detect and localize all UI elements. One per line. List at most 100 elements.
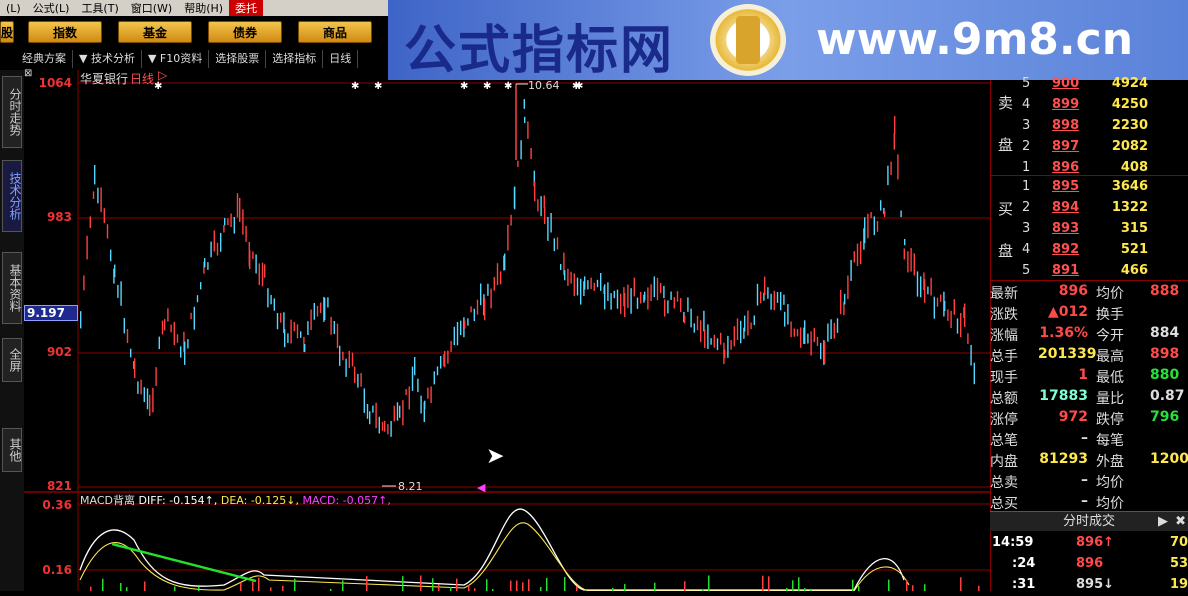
candle <box>342 352 343 361</box>
menu-item-help[interactable]: 帮助(H) <box>178 0 229 16</box>
daily-button[interactable]: 日线 <box>323 50 358 68</box>
macd-bar <box>342 580 344 591</box>
candle <box>630 288 631 314</box>
buy-level-number: 5 <box>1022 263 1030 278</box>
menu-item-system[interactable]: (L) <box>0 2 27 15</box>
tab-other[interactable]: 其他 <box>2 428 22 472</box>
sell-level-row[interactable]: 28972082 <box>990 137 1188 158</box>
candle <box>724 350 725 359</box>
candle <box>204 258 205 267</box>
sell-level-row[interactable]: 38982230 <box>990 116 1188 137</box>
quote-value: 896 <box>1038 283 1088 299</box>
candle <box>777 292 778 303</box>
commodity-button[interactable]: 商品 <box>298 21 372 43</box>
candle <box>540 196 541 216</box>
buy-level-number: 3 <box>1022 221 1030 236</box>
select-indicator-button[interactable]: 选择指标 <box>266 50 323 68</box>
kline-chart-area[interactable]: ✱✱✱✱✱✱✱✱ 华夏银行 日线 ▷ ⊠ 1064 983 902 821 10… <box>24 70 990 591</box>
buy-volume: 3646 <box>1110 179 1148 194</box>
classic-scheme-button[interactable]: 经典方案 <box>0 50 73 68</box>
stock-button[interactable]: 股 <box>0 21 14 43</box>
candle <box>944 301 945 311</box>
candle <box>957 318 958 333</box>
buy-level-row[interactable]: 28941322 <box>990 198 1188 219</box>
candle <box>847 276 848 300</box>
candle <box>703 311 704 332</box>
quote-value: 880 <box>1150 367 1179 383</box>
tab-fullscreen[interactable]: 全屏 <box>2 338 22 382</box>
candle <box>214 230 215 251</box>
macd-bar <box>420 576 422 591</box>
candle <box>207 262 208 270</box>
sell-level-row[interactable]: 59004924 <box>990 74 1188 95</box>
candle <box>604 284 605 309</box>
candle <box>587 280 588 289</box>
candle <box>897 154 898 179</box>
candle <box>217 243 218 256</box>
close-icon[interactable]: ✖ <box>1175 512 1186 532</box>
candle <box>524 99 525 109</box>
index-button[interactable]: 指数 <box>28 21 102 43</box>
sell-level-row[interactable]: 48994250 <box>990 95 1188 116</box>
tech-analysis-button[interactable]: ▼ 技术分析 <box>73 50 142 68</box>
fund-button[interactable]: 基金 <box>118 21 192 43</box>
candle <box>170 325 171 333</box>
quote-label: 每笔 <box>1096 430 1124 450</box>
buy-level-row[interactable]: 18953646 <box>990 177 1188 198</box>
candle <box>264 264 265 277</box>
menu-item-window[interactable]: 窗口(W) <box>125 0 178 16</box>
quote-label: 总手 <box>990 346 1018 366</box>
candle <box>570 272 571 284</box>
sell-price: 900 <box>1052 76 1079 91</box>
buy-level-row[interactable]: 5891466 <box>990 261 1188 282</box>
macd-bar <box>516 581 518 591</box>
menu-item-order[interactable]: 委托 <box>229 0 263 16</box>
tab-technical[interactable]: 技术分析 <box>2 160 22 232</box>
candle <box>717 338 718 350</box>
buy-level-row[interactable]: 3893315 <box>990 219 1188 240</box>
f10-button[interactable]: ▼ F10资料 <box>142 50 209 68</box>
sell-level-number: 3 <box>1022 118 1030 133</box>
tab-intraday[interactable]: 分时走势 <box>2 76 22 148</box>
candle <box>694 323 695 332</box>
tick-row[interactable]: :31895↓19 <box>990 575 1188 596</box>
play-icon[interactable]: ▶ <box>1158 512 1168 532</box>
quote-row: 总手201339最高898 <box>990 345 1188 366</box>
candle <box>917 271 918 296</box>
select-stock-button[interactable]: 选择股票 <box>209 50 266 68</box>
candle <box>807 334 808 344</box>
tick-row[interactable]: :2489653 <box>990 554 1188 575</box>
candle <box>117 285 118 298</box>
banner-url: www.9m8.cn <box>816 14 1133 65</box>
macd-bar <box>522 582 524 591</box>
period-arrow-icon: ▷ <box>158 68 167 82</box>
macd-bar <box>528 579 530 591</box>
bond-button[interactable]: 债券 <box>208 21 282 43</box>
tick-row[interactable]: 14:59896↑70 <box>990 533 1188 554</box>
candle <box>94 165 95 184</box>
candle <box>330 317 331 335</box>
candle <box>657 278 658 300</box>
buy-level-row[interactable]: 4892521 <box>990 240 1188 261</box>
candle <box>734 326 735 346</box>
menu-item-tools[interactable]: 工具(T) <box>75 0 124 16</box>
tab-basic-info[interactable]: 基本资料 <box>2 252 22 324</box>
candle <box>307 321 308 335</box>
macd-bar <box>252 582 254 591</box>
tick-trades-header[interactable]: 分时成交 ▶ ✖ <box>990 511 1188 531</box>
kline-chart-svg[interactable]: ✱✱✱✱✱✱✱✱ <box>24 70 990 591</box>
quote-label: 总笔 <box>990 430 1018 450</box>
candle <box>784 312 785 327</box>
menu-item-formula[interactable]: 公式(L) <box>27 0 76 16</box>
candle <box>147 388 148 409</box>
tick-time: :31 <box>1012 577 1035 592</box>
candle <box>360 373 361 387</box>
candle <box>174 322 175 345</box>
candle <box>267 288 268 307</box>
candle <box>937 298 938 307</box>
macd-bar <box>762 576 764 591</box>
candle <box>814 328 815 342</box>
candle <box>420 396 421 414</box>
signal-marker: ✱ <box>504 81 512 92</box>
tick-price: 896↑ <box>1076 535 1114 550</box>
